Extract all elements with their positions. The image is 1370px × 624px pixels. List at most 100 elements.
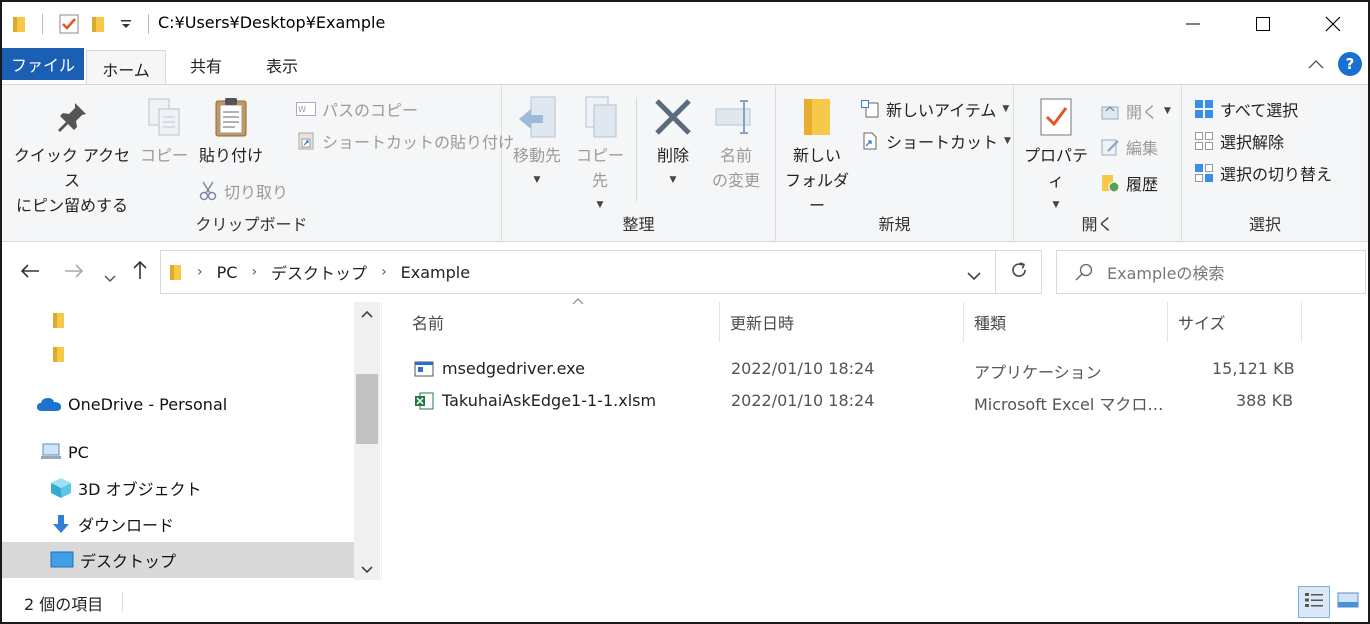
exe-file-icon bbox=[414, 359, 434, 379]
details-view-icon bbox=[1304, 591, 1324, 613]
tab-file[interactable]: ファイル bbox=[2, 48, 84, 80]
close-button[interactable] bbox=[1298, 2, 1368, 46]
edit-button[interactable]: 編集 bbox=[1100, 135, 1158, 159]
recent-locations-chevron-icon[interactable] bbox=[104, 264, 116, 288]
history-button[interactable]: 履歴 bbox=[1100, 171, 1158, 195]
group-label-open: 開く bbox=[1081, 215, 1114, 234]
column-header-type[interactable]: 種類 bbox=[964, 302, 1168, 342]
scroll-up-chevron-icon[interactable] bbox=[354, 306, 380, 322]
file-row[interactable]: msedgedriver.exe 2022/01/10 18:24 アプリケーシ… bbox=[404, 354, 1304, 384]
download-arrow-icon bbox=[52, 514, 70, 534]
file-size: 15,121 KB bbox=[1212, 359, 1295, 378]
refresh-button[interactable] bbox=[996, 250, 1042, 294]
nav-item-3d-objects[interactable]: 3D オブジェクト bbox=[2, 470, 354, 506]
paste-button[interactable]: 貼り付け bbox=[194, 95, 268, 168]
scroll-down-chevron-icon[interactable] bbox=[354, 562, 380, 578]
copy-button[interactable]: コピー bbox=[138, 95, 190, 168]
paste-shortcut-icon bbox=[296, 131, 316, 151]
breadcrumb-separator-icon[interactable]: › bbox=[251, 264, 257, 280]
scrollbar-thumb[interactable] bbox=[356, 374, 378, 444]
up-arrow-icon[interactable] bbox=[132, 260, 148, 285]
group-label-select: 選択 bbox=[1248, 215, 1281, 234]
tab-view[interactable]: 表示 bbox=[246, 46, 318, 84]
computer-icon bbox=[40, 443, 62, 461]
rename-icon bbox=[714, 95, 758, 139]
new-item-button[interactable]: 新しいアイテム ▼ bbox=[860, 97, 1009, 121]
file-size: 388 KB bbox=[1236, 391, 1294, 410]
copy-to-button[interactable]: コピー先 ▼ bbox=[570, 95, 630, 218]
pin-icon bbox=[50, 95, 94, 139]
excel-file-icon bbox=[414, 391, 434, 411]
search-box[interactable]: Exampleの検索 bbox=[1056, 250, 1366, 294]
file-name: TakuhaiAskEdge1-1-1.xlsm bbox=[442, 391, 657, 410]
back-arrow-icon[interactable] bbox=[20, 260, 40, 284]
select-none-icon bbox=[1194, 131, 1214, 151]
select-none-button[interactable]: 選択解除 bbox=[1194, 129, 1284, 153]
cut-button[interactable]: 切り取り bbox=[198, 179, 288, 203]
paste-shortcut-button[interactable]: ショートカットの貼り付け bbox=[296, 129, 514, 153]
properties-button[interactable]: プロパティ ▼ bbox=[1018, 95, 1094, 218]
new-folder-button[interactable]: 新しい フォルダー bbox=[780, 95, 854, 218]
select-all-button[interactable]: すべて選択 bbox=[1194, 97, 1298, 121]
column-header-modified[interactable]: 更新日時 bbox=[720, 302, 964, 342]
large-icons-view-icon bbox=[1337, 591, 1359, 613]
open-button[interactable]: 開く ▼ bbox=[1100, 99, 1171, 123]
copy-path-button[interactable]: W パスのコピー bbox=[296, 97, 418, 121]
delete-x-icon bbox=[651, 95, 695, 139]
details-view-button[interactable] bbox=[1298, 586, 1330, 618]
pin-quick-access-button[interactable]: クイック アクセス にピン留めする bbox=[12, 95, 132, 218]
new-folder-quick-icon[interactable] bbox=[90, 2, 108, 46]
file-list: 名前 更新日時 種類 サイズ msedgedriver.exe 2022/01/… bbox=[384, 298, 1368, 580]
file-row[interactable]: TakuhaiAskEdge1-1-1.xlsm 2022/01/10 18:2… bbox=[404, 386, 1304, 416]
nav-item-onedrive[interactable]: OneDrive - Personal bbox=[2, 386, 354, 422]
open-icon bbox=[1100, 101, 1120, 121]
search-icon bbox=[1075, 263, 1093, 281]
tab-share[interactable]: 共有 bbox=[172, 46, 240, 84]
shortcut-icon bbox=[860, 131, 880, 151]
title-bar: C:¥Users¥Desktop¥Example bbox=[2, 2, 1368, 46]
breadcrumb-separator-icon[interactable]: › bbox=[197, 264, 203, 280]
column-header-size[interactable]: サイズ bbox=[1168, 302, 1302, 342]
breadcrumb-separator-icon[interactable]: › bbox=[381, 264, 387, 280]
nav-item-pc[interactable]: PC bbox=[2, 434, 354, 470]
nav-pane-scrollbar[interactable] bbox=[354, 302, 380, 580]
breadcrumb-desktop[interactable]: デスクトップ bbox=[271, 260, 367, 284]
copy-path-icon: W bbox=[296, 99, 316, 119]
move-to-button[interactable]: 移動先 ▼ bbox=[508, 95, 566, 193]
breadcrumb-example[interactable]: Example bbox=[401, 263, 470, 282]
nav-item-desktop[interactable]: デスクトップ bbox=[2, 542, 354, 578]
select-all-icon bbox=[1194, 99, 1214, 119]
minimize-button[interactable] bbox=[1158, 2, 1228, 46]
explorer-window: C:¥Users¥Desktop¥Example ファイル ホーム 共有 表示 … bbox=[0, 0, 1370, 624]
move-to-icon bbox=[515, 95, 559, 139]
address-bar[interactable]: › PC › デスクトップ › Example bbox=[160, 250, 996, 294]
breadcrumb-pc[interactable]: PC bbox=[217, 263, 238, 282]
ribbon-tabs: ファイル ホーム 共有 表示 ? bbox=[2, 46, 1368, 86]
collapse-ribbon-icon[interactable] bbox=[1308, 55, 1324, 73]
invert-selection-icon bbox=[1194, 163, 1214, 183]
rename-button[interactable]: 名前 の変更 bbox=[706, 95, 766, 193]
properties-icon bbox=[1034, 95, 1078, 139]
customize-quick-access-icon[interactable] bbox=[120, 2, 132, 46]
search-placeholder[interactable]: Exampleの検索 bbox=[1107, 260, 1224, 284]
item-count: 2 個の項目 bbox=[24, 595, 104, 614]
address-dropdown-chevron-icon[interactable] bbox=[967, 267, 981, 285]
tab-home[interactable]: ホーム bbox=[86, 50, 166, 86]
group-organize: 移動先 ▼ コピー先 ▼ 削除 ▼ 名前 の変更 整理 bbox=[502, 85, 776, 241]
delete-button[interactable]: 削除 ▼ bbox=[648, 95, 698, 193]
help-icon[interactable]: ? bbox=[1338, 52, 1362, 76]
cloud-icon bbox=[36, 396, 62, 412]
navigation-bar: › PC › デスクトップ › Example Exampleの検索 bbox=[2, 242, 1368, 302]
nav-folder-item[interactable] bbox=[2, 336, 354, 372]
invert-selection-button[interactable]: 選択の切り替え bbox=[1194, 161, 1332, 185]
nav-folder-item[interactable] bbox=[2, 302, 354, 338]
properties-quick-icon[interactable] bbox=[58, 2, 80, 46]
column-header-name[interactable]: 名前 bbox=[402, 298, 720, 342]
large-icons-view-button[interactable] bbox=[1332, 586, 1364, 618]
svg-text:W: W bbox=[298, 105, 306, 114]
forward-arrow-icon[interactable] bbox=[64, 260, 84, 284]
window-title: C:¥Users¥Desktop¥Example bbox=[158, 13, 386, 32]
shortcut-button[interactable]: ショートカット ▼ bbox=[860, 129, 1011, 153]
nav-item-downloads[interactable]: ダウンロード bbox=[2, 506, 354, 542]
maximize-button[interactable] bbox=[1228, 2, 1298, 46]
